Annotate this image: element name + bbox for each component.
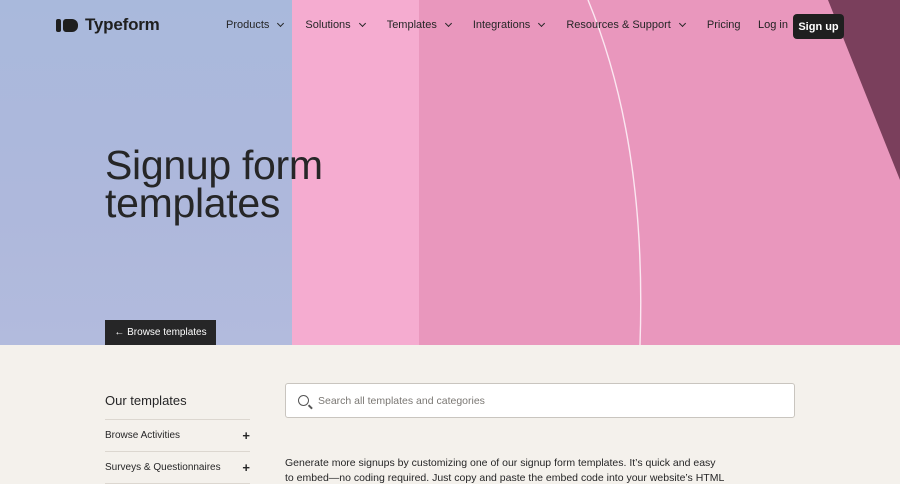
chevron-down-icon (358, 19, 366, 28)
menu-item-resources-support[interactable]: Resources & Support (566, 19, 686, 31)
page-title: Signup form templates (105, 145, 323, 224)
templates-section: Our templates Browse Activities + Survey… (0, 345, 900, 484)
page-title-line-2: templates (105, 180, 281, 226)
login-link[interactable]: Log in (758, 19, 788, 31)
search-icon (298, 395, 309, 406)
category-item-surveys-questionnaires[interactable]: Surveys & Questionnaires + (105, 451, 250, 483)
logo-text: Typeform (85, 15, 160, 34)
main-menu: Products Solutions Templates Integration… (226, 19, 763, 31)
signup-button[interactable]: Sign up (793, 14, 844, 39)
menu-item-label: Products (226, 19, 270, 31)
menu-item-label: Solutions (305, 19, 351, 31)
menu-item-pricing[interactable]: Pricing (707, 19, 741, 31)
typeform-logo-icon (56, 18, 78, 32)
menu-item-label: Templates (386, 19, 437, 31)
plus-icon: + (242, 428, 250, 443)
menu-item-templates[interactable]: Templates (386, 19, 452, 31)
browse-templates-button[interactable]: ← Browse templates (105, 320, 216, 345)
chevron-down-icon (277, 19, 285, 28)
sidebar-heading: Our templates (105, 393, 187, 408)
search-bar (285, 383, 795, 418)
chevron-down-icon (538, 19, 546, 28)
category-list: Browse Activities + Surveys & Questionna… (105, 419, 250, 484)
menu-item-label: Integrations (472, 19, 531, 31)
menu-item-integrations[interactable]: Integrations (472, 19, 546, 31)
menu-item-label: Pricing (706, 19, 741, 31)
category-label: Surveys & Questionnaires (105, 462, 221, 473)
menu-item-label: Resources & Support (566, 19, 671, 31)
typeform-logo[interactable]: Typeform (56, 15, 160, 35)
category-label: Browse Activities (105, 430, 181, 441)
category-item-browse-activities[interactable]: Browse Activities + (105, 419, 250, 451)
menu-item-solutions[interactable]: Solutions (305, 19, 366, 31)
chevron-down-icon (444, 19, 452, 28)
top-navigation: Typeform Products Solutions Templates In… (0, 0, 900, 52)
chevron-down-icon (678, 19, 686, 28)
search-input[interactable] (318, 394, 778, 407)
intro-paragraph: Generate more signups by customizing one… (285, 457, 724, 484)
menu-item-products[interactable]: Products (226, 19, 285, 31)
plus-icon: + (242, 460, 250, 475)
